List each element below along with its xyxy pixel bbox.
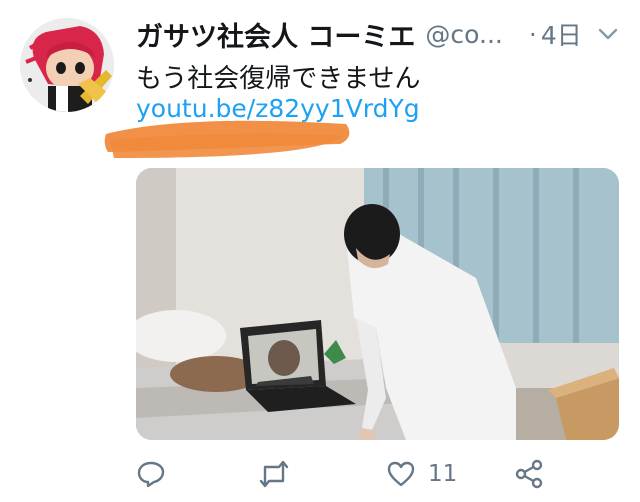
retweet-icon	[259, 460, 289, 488]
avatar[interactable]	[20, 18, 114, 112]
reply-icon	[137, 461, 165, 488]
media-thumbnail[interactable]	[136, 168, 619, 440]
like-count: 11	[428, 461, 458, 487]
retweet-button[interactable]	[258, 452, 290, 496]
separator-dot: ·	[528, 19, 537, 49]
display-name[interactable]: ガサツ社会人 コーミエ	[136, 15, 415, 54]
action-bar: 11	[136, 452, 606, 496]
share-button[interactable]	[514, 452, 544, 496]
chevron-down-icon[interactable]	[596, 22, 620, 46]
reply-button[interactable]	[136, 452, 166, 496]
tweet-header: ガサツ社会人 コーミエ @co... · 4日	[136, 14, 622, 54]
redaction-scribble	[104, 120, 350, 158]
tweet[interactable]: ガサツ社会人 コーミエ @co... · 4日 もう社会復帰できません yout…	[0, 0, 640, 502]
user-handle[interactable]: @co...	[425, 20, 502, 49]
tweet-text: もう社会復帰できません	[136, 64, 421, 94]
timestamp[interactable]: 4日	[541, 16, 582, 52]
heart-icon	[387, 461, 415, 487]
like-button[interactable]: 11	[386, 452, 457, 496]
share-icon	[515, 459, 543, 489]
